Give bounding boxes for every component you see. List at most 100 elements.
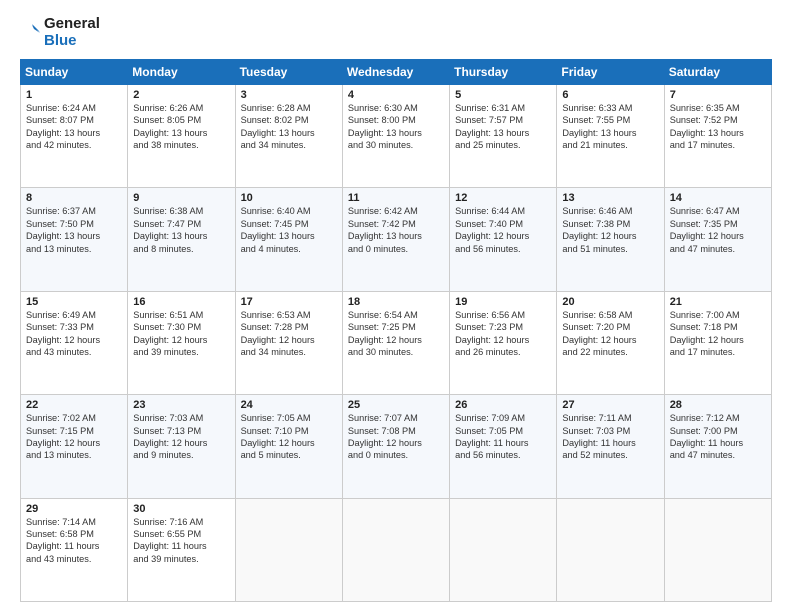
logo: General Blue [20,16,100,49]
calendar-cell: 13Sunrise: 6:46 AMSunset: 7:38 PMDayligh… [557,188,664,291]
day-number: 15 [26,296,122,308]
day-number: 2 [133,89,229,101]
calendar-cell: 6Sunrise: 6:33 AMSunset: 7:55 PMDaylight… [557,85,664,188]
calendar-cell: 12Sunrise: 6:44 AMSunset: 7:40 PMDayligh… [450,188,557,291]
cell-text: Sunrise: 6:26 AMSunset: 8:05 PMDaylight:… [133,102,229,152]
header: General Blue [20,16,772,49]
day-number: 25 [348,399,444,411]
calendar-cell: 18Sunrise: 6:54 AMSunset: 7:25 PMDayligh… [342,291,449,394]
day-number: 28 [670,399,766,411]
day-number: 22 [26,399,122,411]
cell-text: Sunrise: 6:42 AMSunset: 7:42 PMDaylight:… [348,205,444,255]
cell-text: Sunrise: 6:33 AMSunset: 7:55 PMDaylight:… [562,102,658,152]
cell-text: Sunrise: 6:35 AMSunset: 7:52 PMDaylight:… [670,102,766,152]
calendar-cell: 9Sunrise: 6:38 AMSunset: 7:47 PMDaylight… [128,188,235,291]
calendar-week-row: 22Sunrise: 7:02 AMSunset: 7:15 PMDayligh… [21,395,772,498]
cell-text: Sunrise: 6:54 AMSunset: 7:25 PMDaylight:… [348,309,444,359]
cell-text: Sunrise: 7:07 AMSunset: 7:08 PMDaylight:… [348,412,444,462]
day-number: 9 [133,192,229,204]
cell-text: Sunrise: 6:28 AMSunset: 8:02 PMDaylight:… [241,102,337,152]
calendar-cell: 25Sunrise: 7:07 AMSunset: 7:08 PMDayligh… [342,395,449,498]
day-number: 26 [455,399,551,411]
calendar-cell: 3Sunrise: 6:28 AMSunset: 8:02 PMDaylight… [235,85,342,188]
day-header-friday: Friday [557,60,664,85]
logo-general-text: General [44,16,100,33]
calendar-week-row: 15Sunrise: 6:49 AMSunset: 7:33 PMDayligh… [21,291,772,394]
calendar-cell: 4Sunrise: 6:30 AMSunset: 8:00 PMDaylight… [342,85,449,188]
cell-text: Sunrise: 7:09 AMSunset: 7:05 PMDaylight:… [455,412,551,462]
cell-text: Sunrise: 6:38 AMSunset: 7:47 PMDaylight:… [133,205,229,255]
calendar-cell: 16Sunrise: 6:51 AMSunset: 7:30 PMDayligh… [128,291,235,394]
day-number: 1 [26,89,122,101]
logo-svg-icon [20,22,42,44]
cell-text: Sunrise: 7:02 AMSunset: 7:15 PMDaylight:… [26,412,122,462]
calendar-cell: 8Sunrise: 6:37 AMSunset: 7:50 PMDaylight… [21,188,128,291]
calendar-week-row: 1Sunrise: 6:24 AMSunset: 8:07 PMDaylight… [21,85,772,188]
calendar-cell: 5Sunrise: 6:31 AMSunset: 7:57 PMDaylight… [450,85,557,188]
cell-text: Sunrise: 6:31 AMSunset: 7:57 PMDaylight:… [455,102,551,152]
calendar-cell: 7Sunrise: 6:35 AMSunset: 7:52 PMDaylight… [664,85,771,188]
cell-text: Sunrise: 6:49 AMSunset: 7:33 PMDaylight:… [26,309,122,359]
day-number: 10 [241,192,337,204]
calendar-cell: 20Sunrise: 6:58 AMSunset: 7:20 PMDayligh… [557,291,664,394]
calendar-cell: 17Sunrise: 6:53 AMSunset: 7:28 PMDayligh… [235,291,342,394]
calendar-header-row: SundayMondayTuesdayWednesdayThursdayFrid… [21,60,772,85]
day-header-tuesday: Tuesday [235,60,342,85]
day-number: 8 [26,192,122,204]
day-number: 23 [133,399,229,411]
day-header-sunday: Sunday [21,60,128,85]
calendar-cell: 19Sunrise: 6:56 AMSunset: 7:23 PMDayligh… [450,291,557,394]
cell-text: Sunrise: 6:53 AMSunset: 7:28 PMDaylight:… [241,309,337,359]
cell-text: Sunrise: 7:14 AMSunset: 6:58 PMDaylight:… [26,516,122,566]
calendar-cell: 14Sunrise: 6:47 AMSunset: 7:35 PMDayligh… [664,188,771,291]
calendar-cell: 2Sunrise: 6:26 AMSunset: 8:05 PMDaylight… [128,85,235,188]
cell-text: Sunrise: 7:03 AMSunset: 7:13 PMDaylight:… [133,412,229,462]
cell-text: Sunrise: 6:30 AMSunset: 8:00 PMDaylight:… [348,102,444,152]
day-number: 24 [241,399,337,411]
calendar-week-row: 29Sunrise: 7:14 AMSunset: 6:58 PMDayligh… [21,498,772,601]
cell-text: Sunrise: 6:56 AMSunset: 7:23 PMDaylight:… [455,309,551,359]
cell-text: Sunrise: 6:24 AMSunset: 8:07 PMDaylight:… [26,102,122,152]
calendar-cell: 15Sunrise: 6:49 AMSunset: 7:33 PMDayligh… [21,291,128,394]
logo-blue-text: Blue [44,33,100,50]
cell-text: Sunrise: 7:00 AMSunset: 7:18 PMDaylight:… [670,309,766,359]
day-number: 14 [670,192,766,204]
cell-text: Sunrise: 6:46 AMSunset: 7:38 PMDaylight:… [562,205,658,255]
day-number: 17 [241,296,337,308]
calendar-cell [557,498,664,601]
cell-text: Sunrise: 7:11 AMSunset: 7:03 PMDaylight:… [562,412,658,462]
calendar-cell [235,498,342,601]
calendar-cell: 10Sunrise: 6:40 AMSunset: 7:45 PMDayligh… [235,188,342,291]
cell-text: Sunrise: 6:58 AMSunset: 7:20 PMDaylight:… [562,309,658,359]
day-number: 16 [133,296,229,308]
calendar-cell: 24Sunrise: 7:05 AMSunset: 7:10 PMDayligh… [235,395,342,498]
cell-text: Sunrise: 6:37 AMSunset: 7:50 PMDaylight:… [26,205,122,255]
day-header-thursday: Thursday [450,60,557,85]
day-number: 27 [562,399,658,411]
day-number: 12 [455,192,551,204]
calendar-cell: 22Sunrise: 7:02 AMSunset: 7:15 PMDayligh… [21,395,128,498]
calendar-cell: 28Sunrise: 7:12 AMSunset: 7:00 PMDayligh… [664,395,771,498]
day-number: 18 [348,296,444,308]
day-number: 21 [670,296,766,308]
calendar-cell: 23Sunrise: 7:03 AMSunset: 7:13 PMDayligh… [128,395,235,498]
cell-text: Sunrise: 7:05 AMSunset: 7:10 PMDaylight:… [241,412,337,462]
calendar-week-row: 8Sunrise: 6:37 AMSunset: 7:50 PMDaylight… [21,188,772,291]
cell-text: Sunrise: 7:16 AMSunset: 6:55 PMDaylight:… [133,516,229,566]
day-number: 13 [562,192,658,204]
day-number: 6 [562,89,658,101]
calendar-table: SundayMondayTuesdayWednesdayThursdayFrid… [20,59,772,602]
day-number: 7 [670,89,766,101]
day-header-monday: Monday [128,60,235,85]
day-header-wednesday: Wednesday [342,60,449,85]
day-number: 4 [348,89,444,101]
calendar-cell: 26Sunrise: 7:09 AMSunset: 7:05 PMDayligh… [450,395,557,498]
calendar-cell [664,498,771,601]
day-number: 20 [562,296,658,308]
day-number: 3 [241,89,337,101]
cell-text: Sunrise: 6:47 AMSunset: 7:35 PMDaylight:… [670,205,766,255]
calendar-cell: 1Sunrise: 6:24 AMSunset: 8:07 PMDaylight… [21,85,128,188]
cell-text: Sunrise: 6:44 AMSunset: 7:40 PMDaylight:… [455,205,551,255]
calendar-cell [342,498,449,601]
calendar-cell [450,498,557,601]
